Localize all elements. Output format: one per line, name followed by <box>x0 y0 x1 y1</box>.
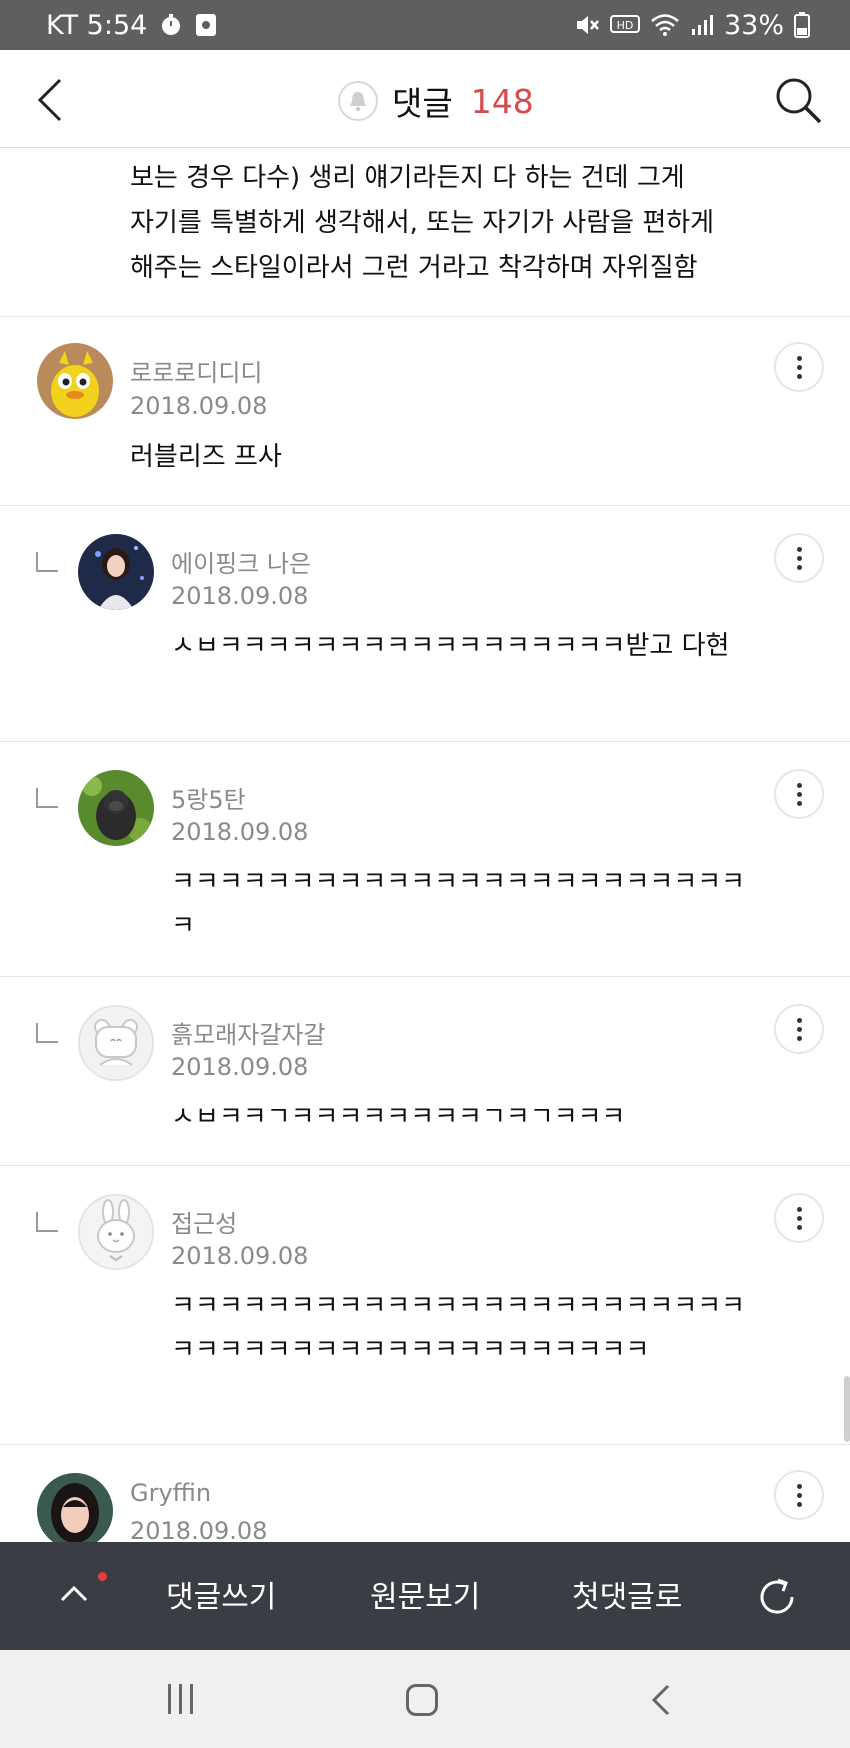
comment-date: 2018.09.08 <box>171 582 309 610</box>
reply-indicator-icon <box>36 788 58 808</box>
avatar[interactable] <box>78 1005 154 1081</box>
reply-comment-item: 접근성 2018.09.08 ㅋㅋㅋㅋㅋㅋㅋㅋㅋㅋㅋㅋㅋㅋㅋㅋㅋㅋㅋㅋㅋㅋㅋㅋㅋ… <box>0 1166 850 1444</box>
notification-dot <box>98 1572 107 1581</box>
comment-body: ㅅㅂㅋㅋㅋㅋㅋㅋㅋㅋㅋㅋㅋㅋㅋㅋㅋㅋㅋ받고 다현 <box>171 631 730 661</box>
reply-comment-item: 흙모래자갈자갈 2018.09.08 ㅅㅂㅋㅋㄱㅋㅋㅋㅋㅋㅋㅋㅋㄱㅋㄱㅋㅋㅋ <box>0 977 850 1165</box>
comment-author[interactable]: 에이핑크 나은 <box>171 544 311 579</box>
carrier-time: KT 5:54 <box>46 9 148 41</box>
more-options-button[interactable] <box>774 1470 824 1520</box>
view-original-button[interactable]: 원문보기 <box>370 1572 480 1616</box>
page-title: 댓글 <box>392 84 453 123</box>
comment-author[interactable]: 접근성 <box>171 1204 237 1239</box>
avatar[interactable] <box>78 770 154 846</box>
yellow-character-avatar-icon <box>37 343 113 419</box>
scroll-top-button[interactable] <box>56 1578 92 1608</box>
comment-date: 2018.09.08 <box>130 1517 268 1542</box>
more-options-button[interactable] <box>774 342 824 392</box>
bottom-action-bar: 댓글쓰기 원문보기 첫댓글로 <box>0 1542 850 1650</box>
signal-icon <box>690 13 714 37</box>
more-options-button[interactable] <box>774 1004 824 1054</box>
previous-comment-line: 보는 경우 다수) 생리 얘기라든지 다 하는 건데 그게 <box>130 163 685 193</box>
status-bar: KT 5:54 HD 33% <box>0 0 850 50</box>
comment-body: 러블리즈 프사 <box>130 442 282 472</box>
reply-indicator-icon <box>36 552 58 572</box>
reply-comment-item: 5랑5탄 2018.09.08 ㅋㅋㅋㅋㅋㅋㅋㅋㅋㅋㅋㅋㅋㅋㅋㅋㅋㅋㅋㅋㅋㅋㅋㅋ… <box>0 742 850 976</box>
back-arrow-icon <box>37 78 62 122</box>
comment-body: ㅋㅋㅋㅋㅋㅋㅋㅋㅋㅋㅋㅋㅋㅋㅋㅋㅋㅋㅋㅋㅋㅋㅋㅋㅋㅋㅋㅋㅋㅋㅋㅋㅋㅋㅋㅋㅋㅋㅋㅋ… <box>171 1291 746 1365</box>
more-options-button[interactable] <box>774 533 824 583</box>
previous-comment-line: 해주는 스타일이라서 그런 거라고 착각하며 자위질함 <box>130 253 698 283</box>
search-icon <box>776 78 822 124</box>
comment-item: 로로로디디디 2018.09.08 러블리즈 프사 <box>0 317 850 505</box>
default-bear-avatar-icon <box>80 1007 152 1079</box>
reply-comment-item: 에이핑크 나은 2018.09.08 ㅅㅂㅋㅋㅋㅋㅋㅋㅋㅋㅋㅋㅋㅋㅋㅋㅋㅋㅋ받고… <box>0 506 850 741</box>
comment-author[interactable]: 5랑5탄 <box>171 780 246 815</box>
person-photo-avatar-icon <box>78 534 154 610</box>
avatar[interactable] <box>37 1473 113 1542</box>
clipped-text-fragment: · · · · · · ( · · · <box>130 148 479 150</box>
comment-item: Gryffin 2018.09.08 <box>0 1445 850 1542</box>
refresh-icon <box>760 1578 794 1614</box>
avatar[interactable] <box>37 343 113 419</box>
hd-icon: HD <box>609 13 640 37</box>
comments-screen: KT 5:54 HD 33% 댓글 148 보는 경우 다수) 생리 얘기라든지… <box>0 0 850 1748</box>
write-comment-button[interactable]: 댓글쓰기 <box>166 1572 276 1616</box>
recent-apps-icon[interactable] <box>168 1684 200 1714</box>
mute-icon <box>574 12 600 38</box>
comment-author[interactable]: 흙모래자갈자갈 <box>171 1015 326 1050</box>
comment-body: ㅅㅂㅋㅋㄱㅋㅋㅋㅋㅋㅋㅋㅋㄱㅋㄱㅋㅋㅋ <box>171 1102 626 1132</box>
comment-author[interactable]: Gryffin <box>130 1479 211 1507</box>
comment-date: 2018.09.08 <box>130 392 268 420</box>
reply-indicator-icon <box>36 1212 58 1232</box>
search-button[interactable] <box>772 74 824 126</box>
comment-author[interactable]: 로로로디디디 <box>130 353 262 388</box>
battery-icon <box>794 12 810 38</box>
comment-date: 2018.09.08 <box>171 1242 309 1270</box>
wifi-icon <box>650 13 680 37</box>
refresh-button[interactable] <box>754 1574 800 1620</box>
default-rabbit-avatar-icon <box>80 1196 152 1268</box>
comment-count: 148 <box>470 81 534 121</box>
gorilla-photo-avatar-icon <box>78 770 154 846</box>
first-comment-button[interactable]: 첫댓글로 <box>572 1572 682 1616</box>
bell-icon <box>350 92 366 112</box>
more-options-button[interactable] <box>774 1193 824 1243</box>
person-photo-2-avatar-icon <box>37 1473 113 1542</box>
avatar[interactable] <box>78 534 154 610</box>
comment-body: ㅋㅋㅋㅋㅋㅋㅋㅋㅋㅋㅋㅋㅋㅋㅋㅋㅋㅋㅋㅋㅋㅋㅋㅋㅋ <box>171 867 746 941</box>
home-icon[interactable] <box>406 1684 438 1716</box>
battery-percent: 33% <box>723 9 784 41</box>
system-back-icon[interactable] <box>648 1682 672 1718</box>
reply-indicator-icon <box>36 1023 58 1043</box>
system-navigation-bar <box>0 1650 850 1748</box>
back-button[interactable] <box>30 76 74 124</box>
timer-icon <box>159 13 183 37</box>
screen-record-icon <box>195 13 217 37</box>
chevron-up-icon <box>60 1585 88 1602</box>
comments-header: 댓글 148 <box>0 50 850 148</box>
notification-toggle[interactable] <box>338 81 378 121</box>
comment-date: 2018.09.08 <box>171 818 309 846</box>
comment-list[interactable]: · · · · · · ( · · · 보는 경우 다수) 생리 얘기라든지 다… <box>0 148 850 1542</box>
more-options-button[interactable] <box>774 769 824 819</box>
previous-comment-line: 자기를 특별하게 생각해서, 또는 자기가 사람을 편하게 <box>130 208 715 238</box>
previous-comment-body: 보는 경우 다수) 생리 얘기라든지 다 하는 건데 그게 자기를 특별하게 생… <box>130 156 770 291</box>
avatar[interactable] <box>78 1194 154 1270</box>
scrollbar[interactable] <box>844 1376 850 1442</box>
svg-text:HD: HD <box>617 19 634 32</box>
comment-date: 2018.09.08 <box>171 1053 309 1081</box>
header-title-group: 댓글 148 <box>338 77 534 125</box>
